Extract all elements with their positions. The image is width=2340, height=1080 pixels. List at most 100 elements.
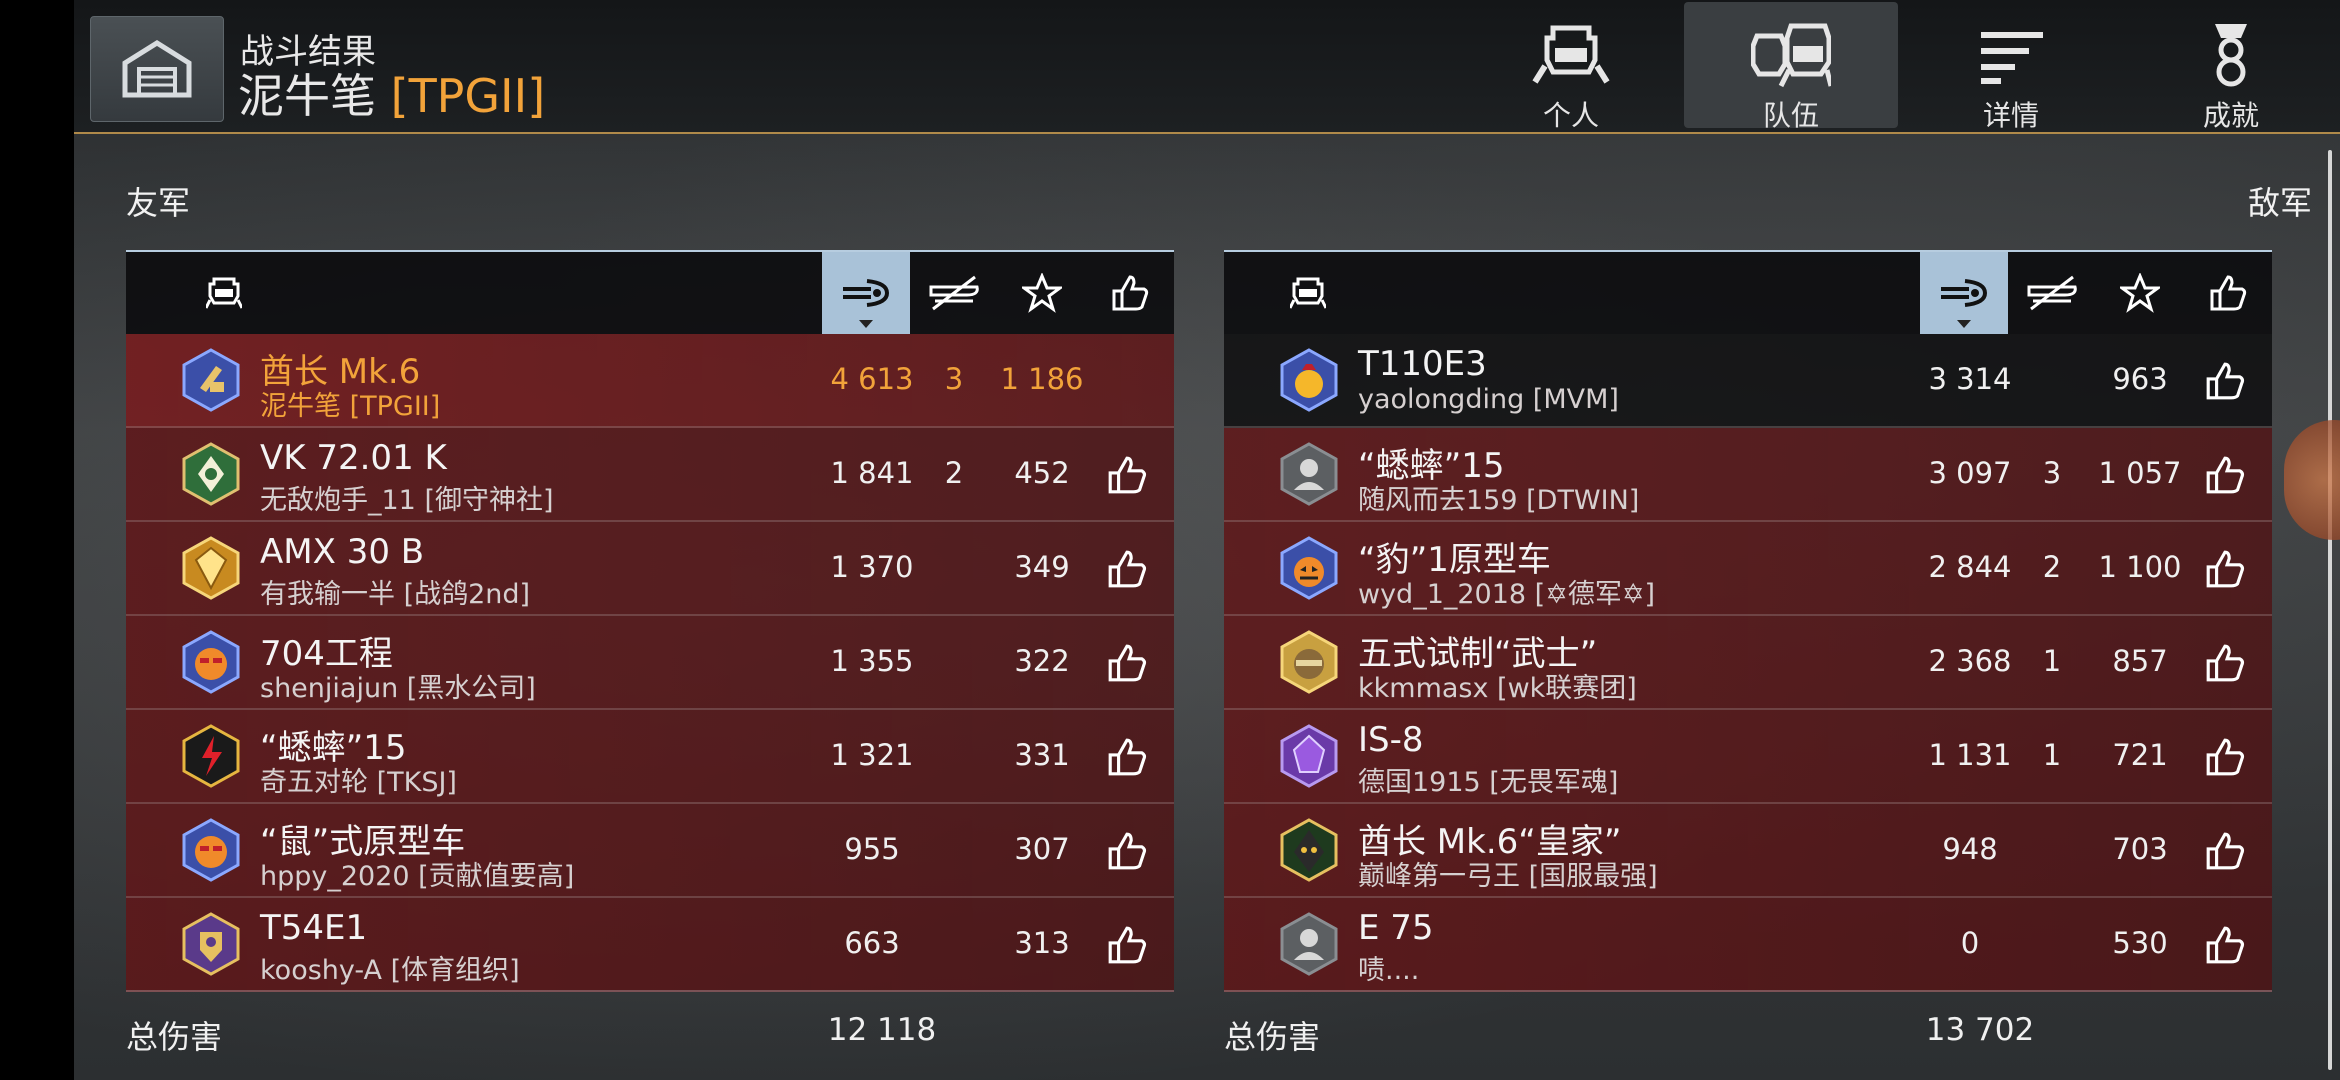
like-button-icon[interactable] <box>2204 924 2246 966</box>
experience-column-header[interactable] <box>998 252 1086 334</box>
kills-value: 2 <box>944 456 964 490</box>
battle-results-screen: 战斗结果 泥牛笔 [TPGII] 个人 队伍 详情 成就 友军 敌军 酋长 Mk… <box>74 0 2340 1080</box>
damage-value: 2 368 <box>1928 644 2012 678</box>
table-row[interactable]: E 75 啧.... 0 530 <box>1224 898 2272 992</box>
like-button-icon[interactable] <box>1106 454 1148 496</box>
like-column-header <box>2184 252 2272 334</box>
like-button-icon[interactable] <box>2204 548 2246 590</box>
rank-badge-icon <box>1280 348 1338 412</box>
like-button-icon[interactable] <box>1106 924 1148 966</box>
damage-value: 1 321 <box>830 738 914 772</box>
damage-value: 3 314 <box>1928 362 2012 396</box>
thumbs-up-icon <box>1112 275 1149 311</box>
tank-name: AMX 30 B <box>260 532 425 572</box>
vehicle-column-header[interactable] <box>180 252 268 334</box>
tank-name: T110E3 <box>1358 344 1487 384</box>
friendly-team-table: 酋长 Mk.6 泥牛笔 [TPGII] 4 613 3 1 186 VK 72.… <box>126 250 1174 992</box>
player-name: 泥牛笔 [TPGII] <box>260 391 441 422</box>
personal-icon <box>1532 25 1610 84</box>
table-row[interactable]: AMX 30 B 有我输一半 [战鸽2nd] 1 370 349 <box>126 522 1174 616</box>
experience-value: 307 <box>1014 832 1070 866</box>
table-row[interactable]: “蟋蟀”15 随风而去159 [DTWIN] 3 097 3 1 057 <box>1224 428 2272 522</box>
tab-achievements[interactable]: 成就 <box>2124 2 2338 132</box>
kills-value: 1 <box>2042 644 2062 678</box>
damage-column-header[interactable] <box>822 252 910 334</box>
side-panel-handle[interactable] <box>2284 420 2340 540</box>
friendly-team-label: 友军 <box>126 184 191 222</box>
like-column-header <box>1086 252 1174 334</box>
damage-value: 2 844 <box>1928 550 2012 584</box>
table-row[interactable]: “豹”1原型车 wyd_1_2018 [✡德军✡] 2 844 2 1 100 <box>1224 522 2272 616</box>
like-button-icon[interactable] <box>2204 642 2246 684</box>
scrollbar[interactable] <box>2328 150 2332 1070</box>
table-row[interactable]: “蟋蟀”15 奇五对轮 [TKSJ] 1 321 331 <box>126 710 1174 804</box>
garage-icon <box>122 40 192 98</box>
player-name: 泥牛笔 <box>238 69 376 123</box>
experience-column-header[interactable] <box>2096 252 2184 334</box>
table-row[interactable]: T54E1 kooshy-A [体育组织] 663 313 <box>126 898 1174 992</box>
player-name: 无敌炮手_11 [御守神社] <box>260 485 554 516</box>
like-button-icon[interactable] <box>1106 548 1148 590</box>
player-name: 德国1915 [无畏军魂] <box>1358 767 1619 798</box>
like-button-icon[interactable] <box>2204 360 2246 402</box>
damage-column-header[interactable] <box>1920 252 2008 334</box>
vehicle-column-header[interactable] <box>1264 252 1352 334</box>
experience-value: 963 <box>2112 362 2168 396</box>
like-button-icon[interactable] <box>1106 830 1148 872</box>
like-button-icon[interactable] <box>2204 454 2246 496</box>
experience-value: 1 186 <box>1000 362 1084 396</box>
like-button-icon[interactable] <box>2204 736 2246 778</box>
damage-icon <box>1941 279 1988 307</box>
team-icon <box>1751 23 1831 88</box>
table-row[interactable]: T110E3 yaolongding [MVM] 3 314 963 <box>1224 334 2272 428</box>
garage-button[interactable] <box>90 16 224 122</box>
experience-value: 703 <box>2112 832 2168 866</box>
rank-badge-icon <box>1280 818 1338 882</box>
experience-value: 857 <box>2112 644 2168 678</box>
table-row[interactable]: 酋长 Mk.6“皇家” 巅峰第一弓王 [国服最强] 948 703 <box>1224 804 2272 898</box>
damage-value: 1 841 <box>830 456 914 490</box>
damage-value: 1 370 <box>830 550 914 584</box>
enemy-team-label: 敌军 <box>2247 184 2312 222</box>
tank-name: E 75 <box>1358 908 1434 948</box>
thumbs-up-icon <box>2210 275 2247 311</box>
damage-value: 955 <box>844 832 900 866</box>
rank-badge-icon <box>182 348 240 412</box>
like-button-icon[interactable] <box>2204 830 2246 872</box>
damage-value: 948 <box>1942 832 1998 866</box>
tab-personal[interactable]: 个人 <box>1464 2 1678 132</box>
tank-name: T54E1 <box>260 908 368 948</box>
damage-value: 0 <box>1960 926 1980 960</box>
tab-label: 个人 <box>1542 99 1599 132</box>
rank-badge-icon <box>182 818 240 882</box>
kills-column-header[interactable] <box>2008 252 2096 334</box>
tab-team[interactable]: 队伍 <box>1684 2 1898 132</box>
table-row[interactable]: “鼠”式原型车 hppy_2020 [贡献值要高] 955 307 <box>126 804 1174 898</box>
sort-caret <box>1957 320 1971 328</box>
kills-value: 3 <box>2042 456 2062 490</box>
experience-value: 1 057 <box>2098 456 2182 490</box>
tank-name: IS-8 <box>1358 720 1424 760</box>
table-row[interactable]: 酋长 Mk.6 泥牛笔 [TPGII] 4 613 3 1 186 <box>126 334 1174 428</box>
default-avatar-icon <box>1280 912 1338 976</box>
like-button-icon[interactable] <box>1106 642 1148 684</box>
kills-column-header[interactable] <box>910 252 998 334</box>
player-name: 有我输一半 [战鸽2nd] <box>260 579 531 610</box>
kills-value: 3 <box>944 362 964 396</box>
star-icon <box>1022 273 1062 313</box>
rank-badge-icon <box>182 630 240 694</box>
tab-details[interactable]: 详情 <box>1904 2 2118 132</box>
rank-badge-icon <box>182 912 240 976</box>
player-name: yaolongding [MVM] <box>1358 384 1619 415</box>
player-name: hppy_2020 [贡献值要高] <box>260 861 575 892</box>
table-header <box>126 252 1174 334</box>
table-row[interactable]: IS-8 德国1915 [无畏军魂] 1 131 1 721 <box>1224 710 2272 804</box>
details-icon <box>1981 32 2043 84</box>
table-row[interactable]: 五式试制“武士” kkmmasx [wk联赛团] 2 368 1 857 <box>1224 616 2272 710</box>
like-button-icon[interactable] <box>1106 736 1148 778</box>
experience-value: 721 <box>2112 738 2168 772</box>
player-name: kkmmasx [wk联赛团] <box>1358 673 1637 704</box>
table-row[interactable]: 704工程 shenjiajun [黑水公司] 1 355 322 <box>126 616 1174 710</box>
table-row[interactable]: VK 72.01 K 无敌炮手_11 [御守神社] 1 841 2 452 <box>126 428 1174 522</box>
player-name: wyd_1_2018 [✡德军✡] <box>1358 579 1655 610</box>
